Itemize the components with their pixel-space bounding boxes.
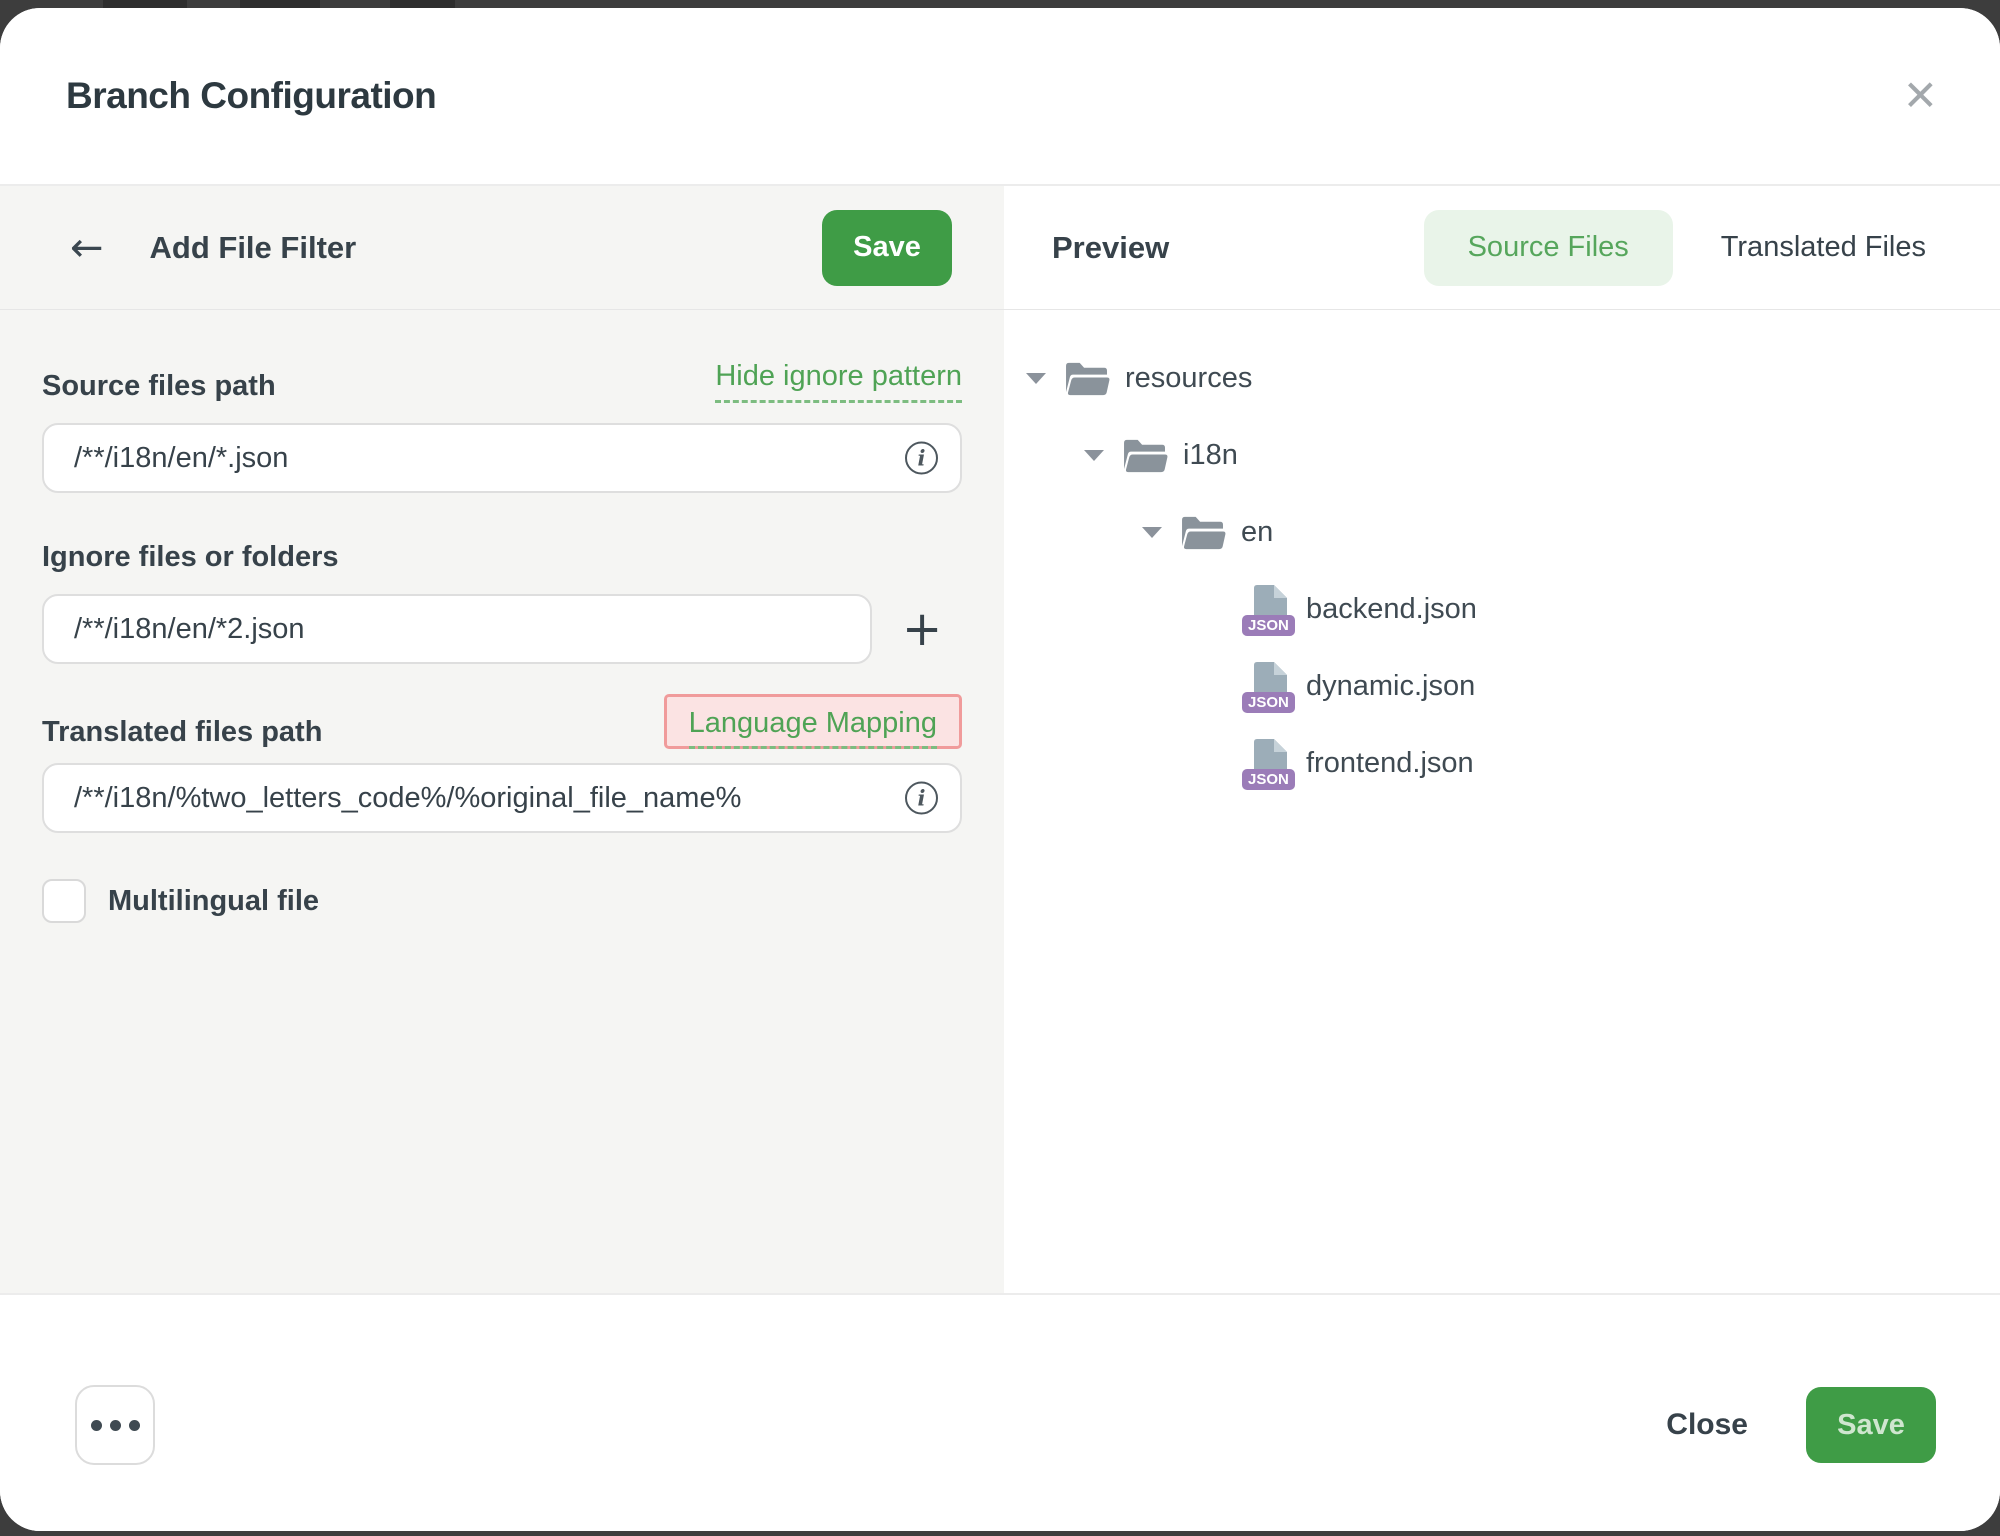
json-badge: JSON [1242, 615, 1295, 636]
ellipsis-icon [110, 1420, 121, 1431]
json-badge: JSON [1242, 769, 1295, 790]
tree-row-resources[interactable]: resources [1004, 340, 2000, 417]
language-mapping-highlight: Language Mapping [664, 694, 962, 749]
modal-body: Source files path Hide ignore pattern i … [0, 310, 2000, 1293]
translated-path-label: Translated files path [42, 716, 322, 749]
tree-row-frontend-json[interactable]: JSON frontend.json [1004, 725, 2000, 802]
translated-path-field: i [42, 763, 962, 833]
info-icon[interactable]: i [905, 442, 938, 475]
ellipsis-icon [91, 1420, 102, 1431]
caret-down-icon[interactable] [1142, 527, 1162, 538]
add-ignore-pattern-icon[interactable]: + [902, 605, 942, 653]
close-icon[interactable]: ✕ [1903, 75, 1938, 117]
source-path-label: Source files path [42, 370, 276, 403]
hide-ignore-pattern-link[interactable]: Hide ignore pattern [715, 360, 962, 403]
info-icon[interactable]: i [905, 782, 938, 815]
tree-row-backend-json[interactable]: JSON backend.json [1004, 571, 2000, 648]
preview-toolbar: Preview Source Files Translated Files [1004, 186, 2000, 309]
multilingual-checkbox[interactable] [42, 879, 86, 923]
tree-item-label: dynamic.json [1306, 670, 1475, 703]
ignore-field [42, 594, 872, 664]
tree-item-label: frontend.json [1306, 747, 1474, 780]
save-button[interactable]: Save [1806, 1387, 1936, 1463]
tree-item-label: en [1241, 516, 1273, 549]
filter-toolbar: ← Add File Filter Save [0, 186, 1004, 309]
caret-down-icon[interactable] [1026, 373, 1046, 384]
ignore-label: Ignore files or folders [42, 541, 962, 574]
multilingual-row: Multilingual file [42, 879, 962, 923]
tree-item-label: i18n [1183, 439, 1238, 472]
modal-title: Branch Configuration [66, 75, 436, 117]
modal-footer: Close Save [0, 1293, 2000, 1531]
tree-item-label: resources [1125, 362, 1252, 395]
ellipsis-icon [129, 1420, 140, 1431]
tab-translated-files[interactable]: Translated Files [1721, 231, 1926, 264]
source-files-tree: resources i18n [1004, 310, 2000, 1293]
ignore-pattern-input[interactable] [42, 594, 872, 664]
tree-item-label: backend.json [1306, 593, 1477, 626]
close-button[interactable]: Close [1666, 1408, 1748, 1442]
json-file-icon: JSON [1244, 584, 1292, 636]
tree-row-dynamic-json[interactable]: JSON dynamic.json [1004, 648, 2000, 725]
multilingual-label: Multilingual file [108, 885, 319, 918]
toolbar: ← Add File Filter Save Preview Source Fi… [0, 186, 2000, 310]
folder-icon [1064, 359, 1111, 399]
folder-icon [1180, 513, 1227, 553]
translated-path-header: Translated files path Language Mapping [42, 694, 962, 749]
tree-row-i18n[interactable]: i18n [1004, 417, 2000, 494]
language-mapping-link[interactable]: Language Mapping [689, 707, 937, 749]
branch-configuration-modal: Branch Configuration ✕ ← Add File Filter… [0, 8, 2000, 1531]
translated-path-input[interactable] [42, 763, 962, 833]
modal-header: Branch Configuration ✕ [0, 8, 2000, 186]
folder-icon [1122, 436, 1169, 476]
source-path-field: i [42, 423, 962, 493]
caret-down-icon[interactable] [1084, 450, 1104, 461]
preview-heading: Preview [1052, 230, 1169, 266]
filter-heading: Add File Filter [150, 230, 357, 266]
save-filter-button[interactable]: Save [822, 210, 952, 286]
file-filter-form: Source files path Hide ignore pattern i … [0, 310, 1004, 1293]
source-path-header: Source files path Hide ignore pattern [42, 360, 962, 403]
json-file-icon: JSON [1244, 738, 1292, 790]
json-badge: JSON [1242, 692, 1295, 713]
more-options-button[interactable] [75, 1385, 155, 1465]
tab-source-files[interactable]: Source Files [1424, 210, 1673, 286]
json-file-icon: JSON [1244, 661, 1292, 713]
tree-row-en[interactable]: en [1004, 494, 2000, 571]
back-arrow-icon[interactable]: ← [70, 228, 104, 268]
source-path-input[interactable] [42, 423, 962, 493]
ignore-row: + [42, 594, 962, 664]
